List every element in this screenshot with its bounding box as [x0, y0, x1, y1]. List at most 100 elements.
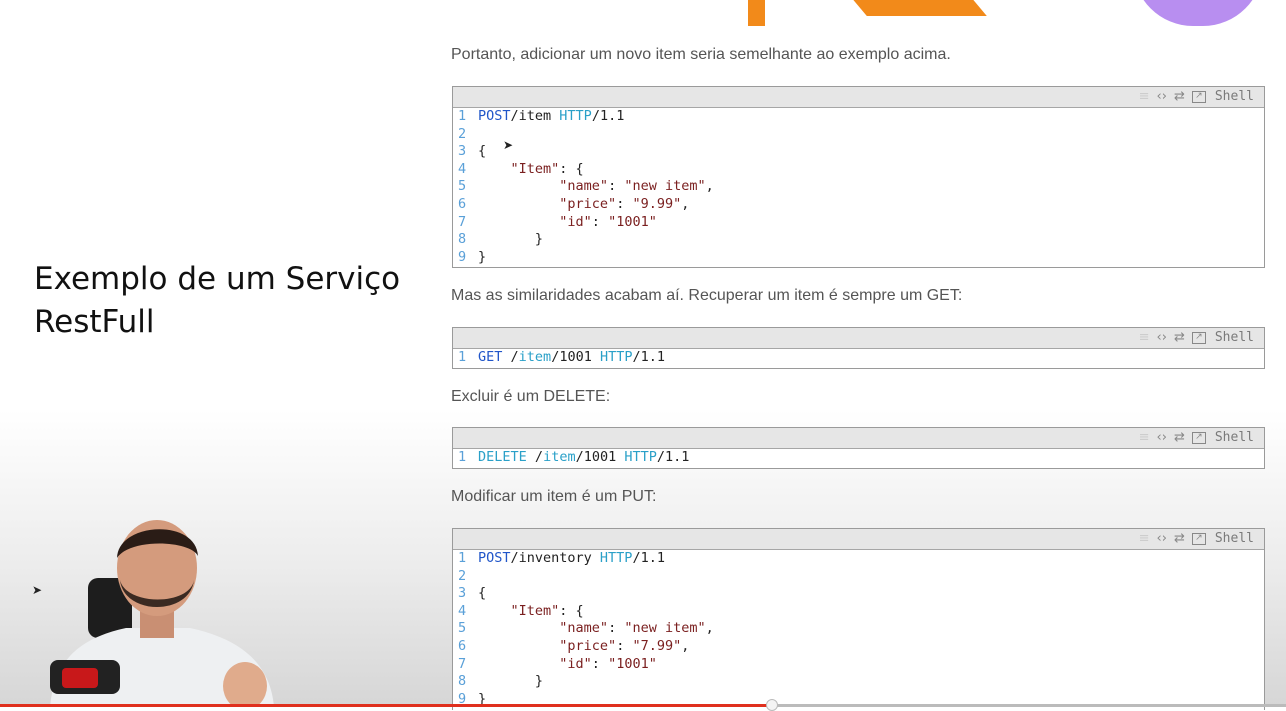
line-number: 6 [458, 195, 467, 212]
wrap-lines-icon: ≡ [1138, 89, 1150, 104]
view-source-icon[interactable]: ‹› [1157, 88, 1167, 106]
code-line: 5 "name": "new item", [453, 178, 1264, 196]
code-line: 2 [453, 126, 1264, 144]
copy-lines-icon[interactable]: ⇄ [1174, 530, 1185, 548]
wrap-lines-icon: ≡ [1138, 531, 1150, 546]
paragraph-get-item: Mas as similaridades acabam aí. Recupera… [451, 287, 963, 304]
paragraph-add-item: Portanto, adicionar um novo item seria s… [451, 46, 951, 63]
code-block-post-item: ≡ ‹› ⇄ ↗ Shell 1 POST/item HTTP/1.1 2 3{4 "Item… [452, 86, 1265, 269]
code-block-delete-item: ≡ ‹› ⇄ ↗ Shell 1 DELETE /item/1001 HTTP/1.1 [452, 427, 1265, 469]
slide-title-line-2: RestFull [34, 304, 155, 340]
wrap-lines-icon: ≡ [1138, 430, 1150, 445]
decorative-orange-stroke [845, 0, 987, 16]
wrap-lines-icon: ≡ [1138, 330, 1150, 345]
paragraph-put-item: Modificar um item é um PUT: [451, 488, 657, 505]
open-new-window-icon[interactable]: ↗ [1191, 432, 1206, 444]
code-line: 1 GET /item/1001 HTTP/1.1 [453, 349, 1264, 367]
toolbar-icons: ≡ ‹› ⇄ ↗ Shell [1139, 88, 1254, 106]
line-number: 8 [458, 231, 467, 248]
code-text: "price": "9.99", [559, 195, 690, 212]
line-number: 1 [458, 550, 467, 566]
line-number: 3 [458, 585, 467, 602]
code-line: 5 "name": "new item", [453, 620, 1264, 638]
code-body: 1 DELETE /item/1001 HTTP/1.1 [453, 449, 1264, 468]
line-number: 2 [458, 567, 467, 584]
copy-lines-icon[interactable]: ⇄ [1174, 429, 1185, 447]
code-toolbar: ≡ ‹› ⇄ ↗ Shell [453, 428, 1264, 449]
view-source-icon[interactable]: ‹› [1157, 429, 1167, 447]
open-new-window-icon[interactable]: ↗ [1191, 332, 1206, 344]
code-line: 1 POST/item HTTP/1.1 [453, 108, 1264, 126]
decorative-purple-shape [1133, 0, 1263, 26]
mouse-cursor-icon: ➤ [32, 583, 43, 597]
line-number: 5 [458, 620, 467, 637]
code-line: 9} [453, 249, 1264, 267]
line-number: 2 [458, 125, 467, 142]
mouse-cursor-icon: ➤ [503, 138, 514, 152]
code-line: 6 "price": "7.99", [453, 638, 1264, 656]
presenter-webcam [50, 520, 274, 707]
code-text: "Item": { [510, 602, 584, 619]
line-number: 1 [458, 449, 467, 465]
code-text: } [478, 248, 487, 265]
line-number: 1 [458, 108, 467, 124]
line-number: 8 [458, 673, 467, 690]
code-body: 1 GET /item/1001 HTTP/1.1 [453, 349, 1264, 368]
code-line: 6 "price": "9.99", [453, 196, 1264, 214]
code-text: { [478, 143, 487, 160]
code-text: "Item": { [510, 160, 584, 177]
code-line: 8 } [453, 231, 1264, 249]
code-text: { [478, 585, 487, 602]
language-label: Shell [1214, 89, 1254, 104]
toolbar-icons: ≡ ‹› ⇄ ↗ Shell [1139, 429, 1254, 447]
code-text: "id": "1001" [559, 213, 657, 230]
copy-lines-icon[interactable]: ⇄ [1174, 329, 1185, 347]
view-source-icon[interactable]: ‹› [1157, 329, 1167, 347]
code-line: 3{ [453, 143, 1264, 161]
line-number: 6 [458, 637, 467, 654]
copy-lines-icon[interactable]: ⇄ [1174, 88, 1185, 106]
open-new-window-icon[interactable]: ↗ [1191, 91, 1206, 103]
view-source-icon[interactable]: ‹› [1157, 530, 1167, 548]
code-block-put-item: ≡ ‹› ⇄ ↗ Shell 1 POST/inventory HTTP/1.1 2 3{4 … [452, 528, 1265, 710]
code-toolbar: ≡ ‹› ⇄ ↗ Shell [453, 529, 1264, 550]
line-number: 7 [458, 213, 467, 230]
code-text: GET /item/1001 HTTP/1.1 [478, 349, 665, 365]
code-line: 8 } [453, 673, 1264, 691]
line-number: 5 [458, 178, 467, 195]
language-label: Shell [1214, 531, 1254, 546]
paragraph-delete-item: Excluir é um DELETE: [451, 388, 611, 405]
line-number: 9 [458, 248, 467, 265]
video-progress-handle[interactable] [765, 699, 778, 711]
code-line: 4 "Item": { [453, 161, 1264, 179]
toolbar-icons: ≡ ‹› ⇄ ↗ Shell [1139, 530, 1254, 548]
line-number: 4 [458, 602, 467, 619]
code-body: 1 POST/item HTTP/1.1 2 3{4 "Item": {5 "name… [453, 108, 1264, 267]
slide-title-line-1: Exemplo de um Serviço [34, 261, 401, 297]
code-body: 1 POST/inventory HTTP/1.1 2 3{4 "Item": {5 … [453, 550, 1264, 709]
line-number: 7 [458, 655, 467, 672]
decorative-orange-bar [748, 0, 765, 26]
code-text: POST/item HTTP/1.1 [478, 108, 625, 124]
code-line: 1 POST/inventory HTTP/1.1 [453, 550, 1264, 568]
code-text: DELETE /item/1001 HTTP/1.1 [478, 449, 690, 465]
language-label: Shell [1214, 430, 1254, 445]
code-text: } [478, 673, 544, 690]
code-text: "name": "new item", [559, 620, 714, 637]
code-line: 7 "id": "1001" [453, 656, 1264, 674]
code-line: 3{ [453, 585, 1264, 603]
code-line: 2 [453, 568, 1264, 586]
code-text: "price": "7.99", [559, 637, 690, 654]
code-line: 1 DELETE /item/1001 HTTP/1.1 [453, 449, 1264, 467]
code-toolbar: ≡ ‹› ⇄ ↗ Shell [453, 328, 1264, 349]
code-line: 4 "Item": { [453, 603, 1264, 621]
open-new-window-icon[interactable]: ↗ [1191, 533, 1206, 545]
toolbar-icons: ≡ ‹› ⇄ ↗ Shell [1139, 329, 1254, 347]
line-number: 4 [458, 160, 467, 177]
code-text: } [478, 231, 544, 248]
language-label: Shell [1214, 330, 1254, 345]
slide-title: Exemplo de um Serviço RestFull [34, 258, 434, 344]
code-block-get-item: ≡ ‹› ⇄ ↗ Shell 1 GET /item/1001 HTTP/1.1 [452, 327, 1265, 369]
code-toolbar: ≡ ‹› ⇄ ↗ Shell [453, 87, 1264, 108]
code-text: "id": "1001" [559, 655, 657, 672]
